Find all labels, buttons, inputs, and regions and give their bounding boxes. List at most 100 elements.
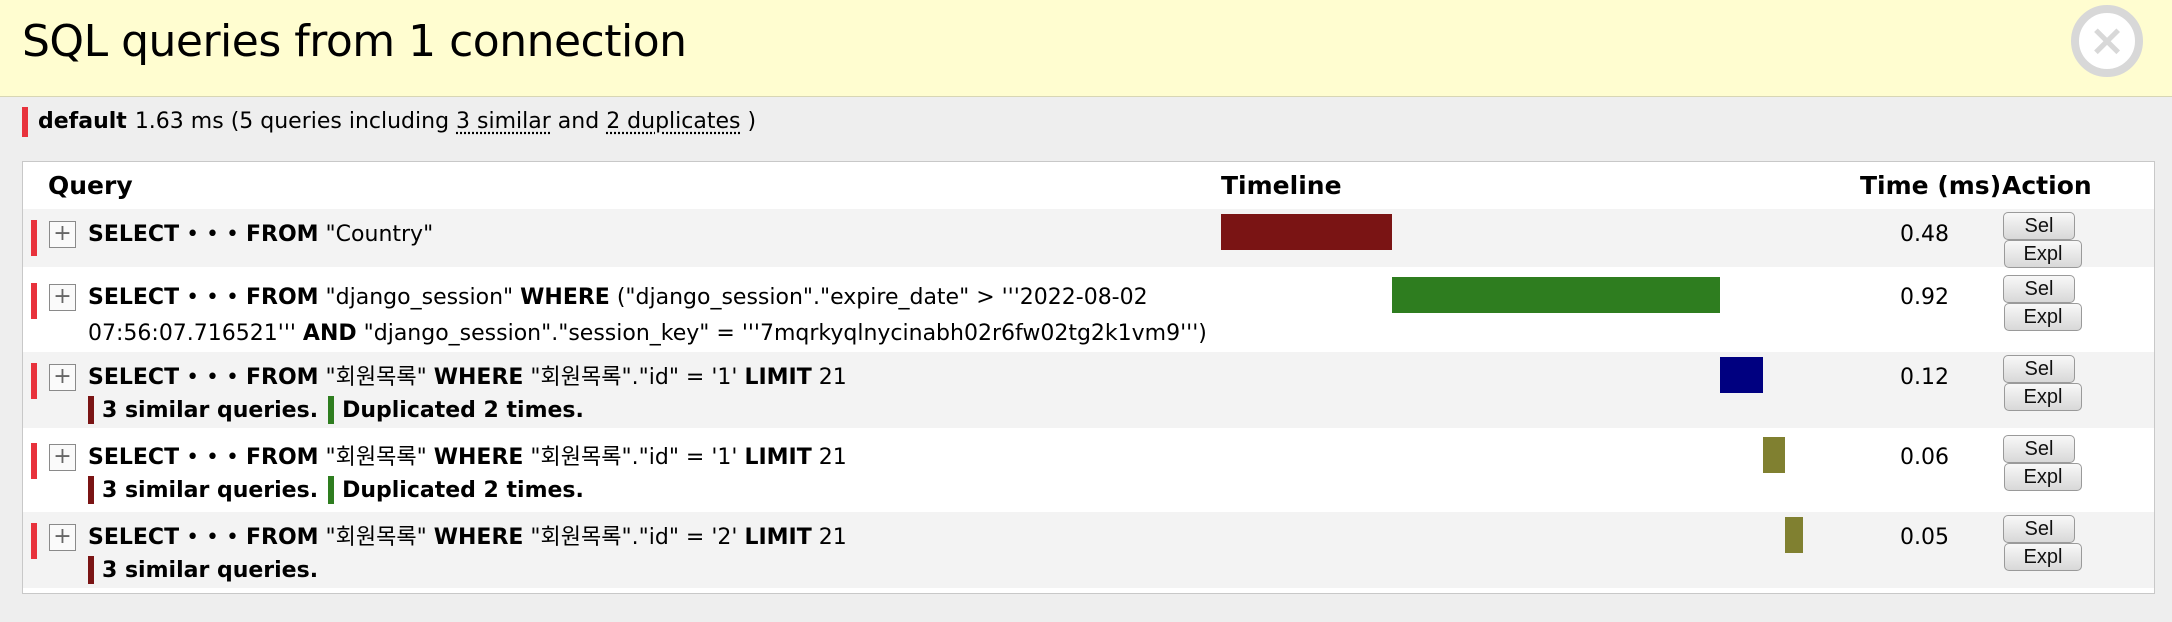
sql-keyword: WHERE [433,365,524,390]
summary-prefix: (5 queries including [230,109,450,134]
sql-fragment: • • • [179,525,246,550]
sql-keyword: SELECT [88,525,180,550]
sql-fragment: "Country" [318,222,434,247]
select-button[interactable]: Sel [2003,275,2075,303]
duplicated-queries-link[interactable]: Duplicated 2 times. [342,478,584,503]
panel-header: SQL queries from 1 connection × [0,0,2172,97]
explain-button[interactable]: Expl [2004,383,2082,411]
queries-table: Query Timeline Time (ms) Action + SELECT … [22,161,2155,594]
sql-keyword: FROM [245,285,319,310]
sql-text-line: SELECT • • • FROM "회원목록" WHERE "회원목록"."i… [88,520,1208,556]
connection-marker [31,523,37,559]
table-row: + SELECT • • • FROM "django_session" WHER… [23,272,2154,382]
timeline-bar [1763,437,1785,473]
explain-button[interactable]: Expl [2004,463,2082,491]
sql-keyword: WHERE [520,285,610,310]
expand-toggle-button[interactable]: + [49,221,76,248]
sql-text-line: SELECT • • • FROM "django_session" WHERE… [88,280,1208,316]
explain-button[interactable]: Expl [2004,303,2082,331]
panel-title: SQL queries from 1 connection [22,16,687,67]
explain-button[interactable]: Expl [2004,543,2082,571]
sql-keyword: AND [302,321,357,346]
query-time: 0.92 [1900,285,1949,310]
select-button[interactable]: Sel [2003,355,2075,383]
duplicated-queries-link[interactable]: Duplicated 2 times. [342,398,584,423]
sql-keyword: SELECT [88,365,180,390]
similarity-info: 3 similar queries. Duplicated 2 times. [88,476,584,504]
summary-and: and [557,109,600,134]
duplicates-count-link[interactable]: 2 duplicates [606,107,740,137]
similar-color-marker [88,396,94,424]
sql-keyword: FROM [245,445,319,470]
connection-marker [31,220,37,256]
close-icon: × [2088,15,2126,66]
sql-fragment: • • • [179,222,246,247]
sql-keyword: FROM [245,365,319,390]
expand-toggle-button[interactable]: + [49,444,76,471]
similarity-info: 3 similar queries. Duplicated 2 times. [88,396,584,424]
sql-keyword: LIMIT [744,445,812,470]
connection-marker [31,283,37,319]
sql-keyword: WHERE [433,525,524,550]
sql-keyword: WHERE [433,445,524,470]
table-row: + SELECT • • • FROM "Country" 0.48 Sel Expl [23,209,2154,268]
column-header-query: Query [48,171,133,200]
sql-fragment: "django_session"."session_key" = '''7mqr… [356,321,1207,346]
explain-button[interactable]: Expl [2004,240,2082,268]
expand-toggle-button[interactable]: + [49,524,76,551]
similar-queries-link[interactable]: 3 similar queries. [102,398,318,423]
query-time: 0.12 [1900,365,1949,390]
timeline-bar [1221,214,1393,250]
query-time: 0.48 [1900,222,1949,247]
select-button[interactable]: Sel [2003,212,2075,240]
sql-text-line: SELECT • • • FROM "Country" [88,217,1208,253]
sql-fragment: 21 [811,365,847,390]
sql-fragment: 07:56:07.716521''' [88,321,303,346]
column-header-time: Time (ms) [1860,171,2002,200]
sql-text-line: SELECT • • • FROM "회원목록" WHERE "회원목록"."i… [88,360,1208,396]
sql-keyword: LIMIT [744,525,812,550]
sql-fragment: • • • [179,285,246,310]
duplicate-color-marker [328,476,335,504]
similar-color-marker [88,476,94,504]
column-header-action: Action [2002,171,2092,200]
similar-queries-link[interactable]: 3 similar queries. [102,478,318,503]
sql-fragment: "회원목록" [318,525,434,550]
sql-keyword: FROM [245,222,319,247]
table-row: + SELECT • • • FROM "회원목록" WHERE "회원목록"."… [23,352,2154,428]
query-time: 0.05 [1900,525,1949,550]
select-button[interactable]: Sel [2003,515,2075,543]
sql-fragment: "회원목록"."id" = '1' [523,365,745,390]
connection-marker [31,443,37,479]
timeline-bar [1392,277,1721,313]
sql-fragment: 21 [811,525,847,550]
sql-fragment: • • • [179,365,246,390]
sql-keyword: LIMIT [744,365,812,390]
close-button[interactable]: × [2071,5,2143,77]
sql-fragment: 21 [811,445,847,470]
table-row: + SELECT • • • FROM "회원목록" WHERE "회원목록"."… [23,512,2154,588]
duplicate-color-marker [328,396,335,424]
similar-queries-link[interactable]: 3 similar queries. [102,558,318,583]
sql-text-line: SELECT • • • FROM "회원목록" WHERE "회원목록"."i… [88,440,1208,476]
expand-toggle-button[interactable]: + [49,284,76,311]
sql-keyword: SELECT [88,445,180,470]
sql-fragment: "회원목록"."id" = '2' [523,525,745,550]
sql-fragment: "회원목록"."id" = '1' [523,445,745,470]
timeline-bar [1720,357,1764,393]
sql-keyword: FROM [245,525,319,550]
sql-fragment: "django_session" [318,285,521,310]
connection-color-marker [22,107,28,137]
timeline-bar [1785,517,1803,553]
connection-time: 1.63 ms [134,109,224,134]
select-button[interactable]: Sel [2003,435,2075,463]
column-header-timeline: Timeline [1221,171,1342,200]
connection-marker [31,363,37,399]
similar-count-link[interactable]: 3 similar [456,107,551,137]
sql-keyword: SELECT [88,285,180,310]
expand-toggle-button[interactable]: + [49,364,76,391]
connection-alias: default [38,109,127,134]
sql-fragment: "회원목록" [318,365,434,390]
summary-suffix: ) [747,109,757,134]
table-row: + SELECT • • • FROM "회원목록" WHERE "회원목록"."… [23,432,2154,508]
